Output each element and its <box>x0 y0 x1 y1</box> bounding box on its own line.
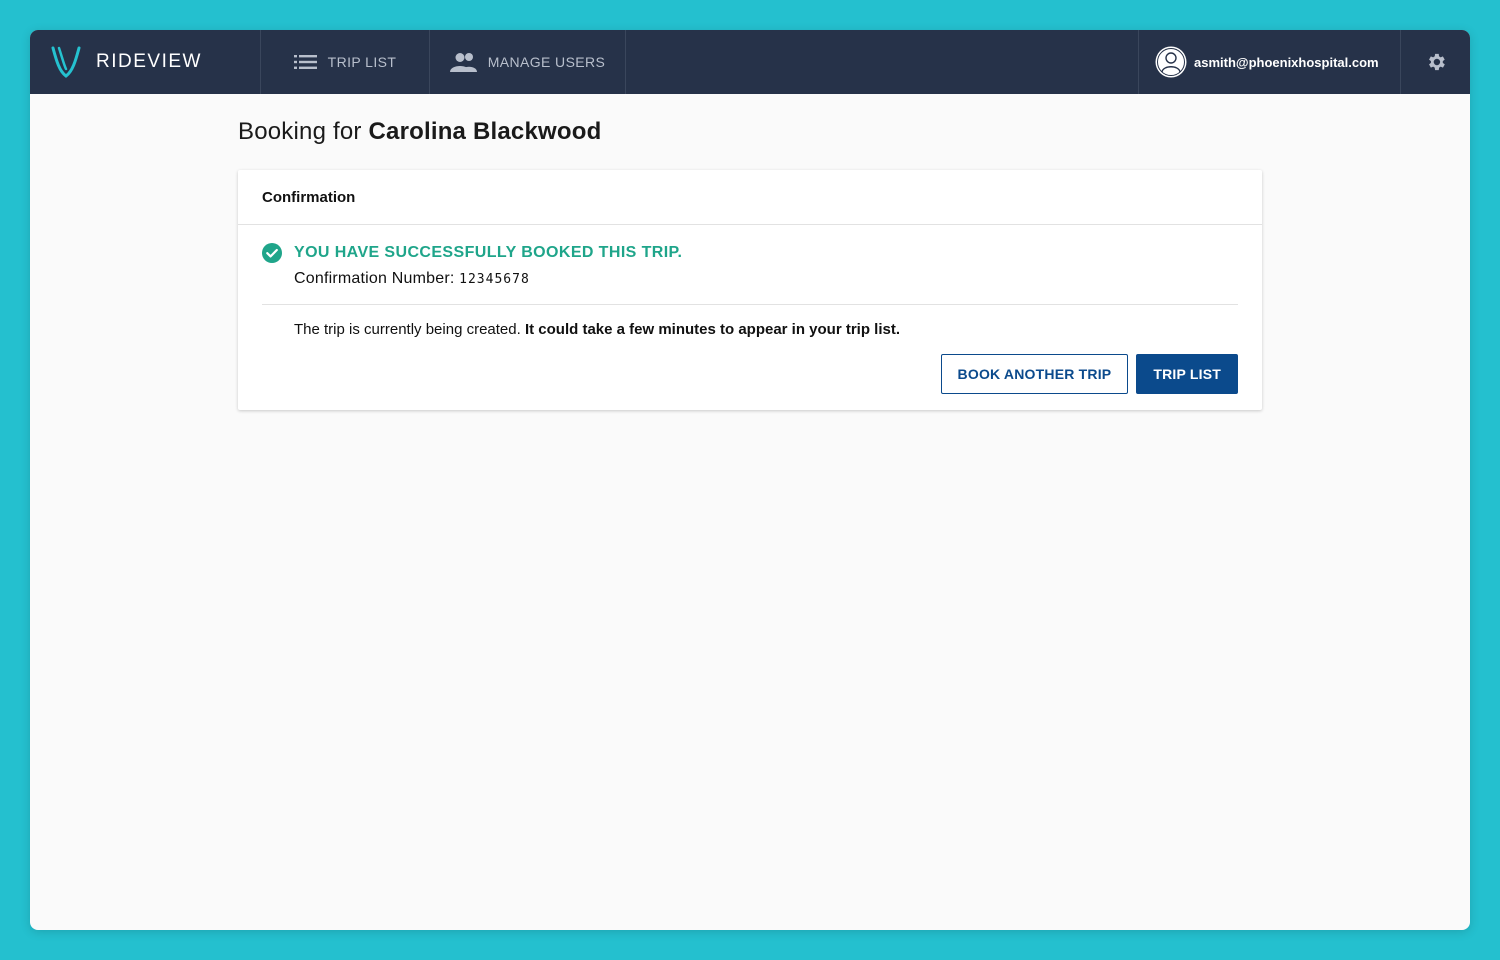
list-icon <box>293 55 317 69</box>
confirmation-row: Confirmation Number: 12345678 <box>294 270 1238 288</box>
creation-note: The trip is currently being created. It … <box>294 321 1238 338</box>
success-message: YOU HAVE SUCCESSFULLY BOOKED THIS TRIP. <box>294 244 683 261</box>
confirmation-label: Confirmation Number: <box>294 270 455 287</box>
confirmation-card: Confirmation YOU HAVE SUCCESSFULLY BOOKE… <box>238 170 1262 410</box>
trip-list-button[interactable]: TRIP LIST <box>1136 354 1238 394</box>
people-icon <box>449 53 477 72</box>
page-title-prefix: Booking for <box>238 118 362 145</box>
page-title: Booking for Carolina Blackwood <box>238 118 1262 146</box>
brand[interactable]: RIDEVIEW <box>30 30 261 94</box>
check-circle-icon <box>262 243 282 263</box>
card-actions: BOOK ANOTHER TRIP TRIP LIST <box>262 354 1238 394</box>
user-menu[interactable]: asmith@phoenixhospital.com <box>1138 30 1400 94</box>
divider <box>262 304 1238 305</box>
gear-icon <box>1428 53 1445 71</box>
card-title: Confirmation <box>238 170 1262 225</box>
avatar-icon <box>1155 46 1187 78</box>
brand-name: RIDEVIEW <box>96 51 202 72</box>
main-content: Booking for Carolina Blackwood Confirmat… <box>238 94 1262 410</box>
note-plain: The trip is currently being created. <box>294 321 521 338</box>
nav-manage-users-label: MANAGE USERS <box>487 54 606 70</box>
book-another-trip-button[interactable]: BOOK ANOTHER TRIP <box>940 354 1129 394</box>
note-bold: It could take a few minutes to appear in… <box>524 321 901 338</box>
app-window: RIDEVIEW TRIP LIST MANAGE USERS asmith@p… <box>30 30 1470 930</box>
top-navbar: RIDEVIEW TRIP LIST MANAGE USERS asmith@p… <box>30 30 1470 94</box>
settings-button[interactable] <box>1400 30 1470 94</box>
patient-name: Carolina Blackwood <box>368 118 602 145</box>
nav-manage-users[interactable]: MANAGE USERS <box>430 30 626 94</box>
user-email: asmith@phoenixhospital.com <box>1194 54 1379 70</box>
rideview-logo-icon <box>51 46 81 78</box>
nav-trip-list[interactable]: TRIP LIST <box>261 30 430 94</box>
success-row: YOU HAVE SUCCESSFULLY BOOKED THIS TRIP. <box>262 243 1238 263</box>
nav-trip-list-label: TRIP LIST <box>327 54 397 70</box>
confirmation-number: 12345678 <box>459 272 530 287</box>
card-body: YOU HAVE SUCCESSFULLY BOOKED THIS TRIP. … <box>238 225 1262 410</box>
